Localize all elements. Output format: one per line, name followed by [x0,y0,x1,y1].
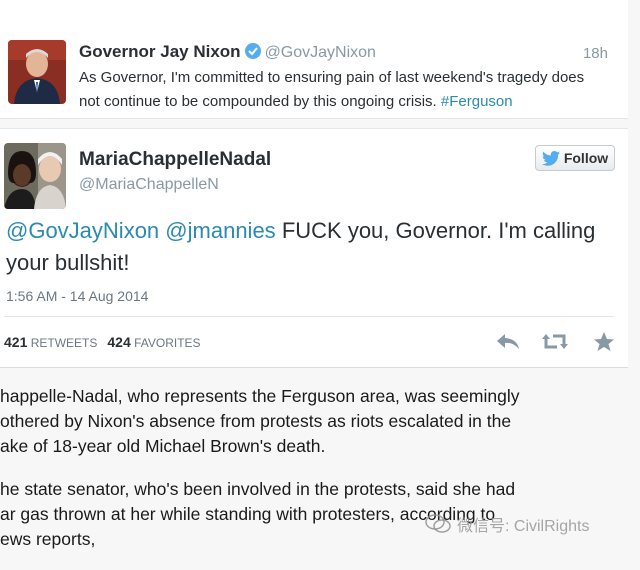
article-text: happelle-Nadal, who represents the Fergu… [0,384,640,570]
hashtag-link[interactable]: #Ferguson [441,93,513,110]
reply-author-name[interactable]: Governor Jay Nixon [79,42,241,61]
reply-tweet-text: As Governor, I'm committed to ensuring p… [79,66,599,114]
main-author-handle[interactable]: @MariaChappelleN [79,176,219,194]
mention-jmannies[interactable]: @jmannies [165,218,275,243]
article-paragraph: happelle-Nadal, who represents the Fergu… [0,384,640,459]
stats-divider [4,316,614,317]
tweet-stats: 421 RETWEETS 424 FAVORITES [4,334,201,350]
maria-avatar[interactable] [4,143,66,209]
reply-author-handle[interactable]: @GovJayNixon [265,44,376,61]
main-tweet-text: @GovJayNixon @jmannies FUCK you, Governo… [6,215,606,279]
governor-avatar[interactable] [8,40,66,104]
reply-tweet-time[interactable]: 18h [583,45,608,62]
favorite-star-icon[interactable] [593,332,615,357]
follow-button[interactable]: Follow [535,145,615,171]
retweet-icon[interactable] [541,332,569,357]
article-line: ar gas thrown at her while standing with… [0,504,496,524]
main-author-name[interactable]: MariaChappelleNadal [79,149,271,171]
article-line: ake of 18-year old Michael Brown's death… [0,436,326,456]
reply-tweet-card: Governor Jay Nixon @GovJayNixon 18h As Go… [0,0,628,119]
favorites-count[interactable]: 424 [107,334,130,350]
article-line: othered by Nixon's absence from protests… [0,411,512,431]
article-line: ews reports, [0,529,96,549]
reply-tweet-header: Governor Jay Nixon @GovJayNixon [79,42,376,62]
article-line: happelle-Nadal, who represents the Fergu… [0,386,520,406]
wechat-logo-icon [425,514,451,533]
mention-govjaynixon[interactable]: @GovJayNixon [6,218,159,243]
verified-badge-icon [244,43,261,59]
reply-icon[interactable] [495,332,521,357]
retweets-count[interactable]: 421 [4,334,27,350]
main-tweet-timestamp[interactable]: 1:56 AM - 14 Aug 2014 [6,288,148,304]
main-tweet-card: MariaChappelleNadal @MariaChappelleN Fol… [0,128,628,368]
watermark-text: 微信号: CivilRights [457,518,590,535]
favorites-label[interactable]: FAVORITES [134,336,200,350]
follow-label: Follow [563,150,609,166]
article-line: he state senator, who's been involved in… [0,479,516,499]
twitter-bird-icon [541,150,560,166]
wechat-watermark: 微信号: CivilRights [425,512,589,536]
retweets-label[interactable]: RETWEETS [31,336,98,350]
